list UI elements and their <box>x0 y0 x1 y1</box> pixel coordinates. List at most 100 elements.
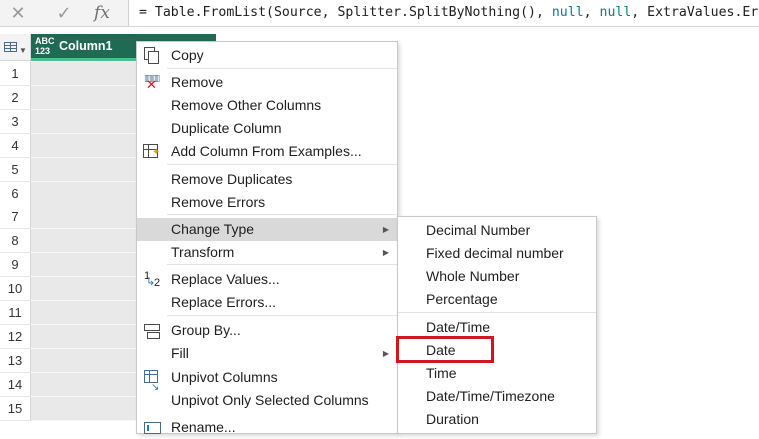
row-number[interactable]: 14 <box>0 373 31 397</box>
type-option-fixed-decimal-number[interactable]: Fixed decimal number <box>398 242 596 265</box>
menu-item-label: Group By... <box>171 322 241 338</box>
menu-item-replace-values[interactable]: 1 ↳ 2 Replace Values... <box>137 268 397 291</box>
table-cell[interactable] <box>31 62 136 86</box>
copy-icon <box>142 47 160 64</box>
menu-item-rename[interactable]: Rename... <box>137 416 397 439</box>
row-number[interactable]: 13 <box>0 349 31 373</box>
formula-keyword: null <box>599 5 632 20</box>
row-number[interactable]: 15 <box>0 397 31 421</box>
chevron-right-icon: ▶ <box>382 248 389 257</box>
table-cell[interactable] <box>31 373 136 397</box>
menu-item-label: Replace Errors... <box>171 294 277 310</box>
column-name: Column1 <box>59 39 113 53</box>
table-cell[interactable] <box>31 182 136 206</box>
menu-item-copy[interactable]: Copy <box>137 44 397 67</box>
type-option-label: Fixed decimal number <box>426 245 564 261</box>
menu-item-remove-duplicates[interactable]: Remove Duplicates <box>137 168 397 191</box>
menu-item-label: Transform <box>171 244 235 260</box>
type-badge-bottom: 123 <box>35 46 51 56</box>
type-option-duration[interactable]: Duration <box>398 408 596 431</box>
formula-text: , <box>583 5 600 20</box>
type-option-label: Time <box>426 365 457 381</box>
row-number[interactable]: 1 <box>0 62 31 86</box>
row-number[interactable]: 12 <box>0 325 31 349</box>
menu-item-replace-errors[interactable]: Replace Errors... <box>137 291 397 314</box>
type-option-label: Duration <box>426 411 479 427</box>
menu-item-fill[interactable]: Fill ▶ <box>137 342 397 365</box>
menu-item-label: Rename... <box>171 419 236 435</box>
chevron-right-icon: ▶ <box>382 349 389 358</box>
menu-item-label: Fill <box>171 345 189 361</box>
menu-item-unpivot-columns[interactable]: ↘ Unpivot Columns <box>137 366 397 393</box>
highlight-box <box>396 336 494 363</box>
table-icon <box>4 42 17 52</box>
table-cell[interactable] <box>31 134 136 158</box>
formula-input[interactable]: = Table.FromList(Source, Splitter.SplitB… <box>128 0 759 26</box>
table-cell[interactable] <box>31 253 136 277</box>
type-option-percentage[interactable]: Percentage <box>398 288 596 311</box>
menu-separator <box>167 164 397 165</box>
table-cell[interactable] <box>31 205 136 229</box>
formula-text: , ExtraValues.Error) <box>631 5 759 20</box>
type-option-whole-number[interactable]: Whole Number <box>398 265 596 288</box>
context-menu: Copy ▥▥ ✕ Remove Remove Other Columns Duplica… <box>136 41 398 435</box>
menu-separator <box>167 264 397 265</box>
table-menu-button[interactable]: ▼ <box>0 34 31 61</box>
type-option-date-time-timezone[interactable]: Date/Time/Timezone <box>398 385 596 408</box>
table-cell[interactable] <box>31 325 136 349</box>
row-number[interactable]: 3 <box>0 110 31 134</box>
row-number[interactable]: 7 <box>0 205 31 229</box>
table-cell[interactable] <box>31 86 136 110</box>
menu-item-add-column-from-examples[interactable]: ✦ Add Column From Examples... <box>137 140 397 163</box>
menu-separator <box>167 315 397 316</box>
row-number[interactable]: 2 <box>0 86 31 110</box>
replace-values-icon: 1 ↳ 2 <box>144 270 161 289</box>
type-option-time[interactable]: Time <box>398 362 596 385</box>
table-cell[interactable] <box>31 349 136 373</box>
row-number[interactable]: 4 <box>0 134 31 158</box>
close-icon[interactable]: ✕ <box>6 0 30 26</box>
table-cell[interactable] <box>31 301 136 325</box>
column-from-examples-icon: ✦ <box>142 143 160 160</box>
menu-separator <box>167 68 397 69</box>
menu-item-label: Duplicate Column <box>171 120 282 136</box>
unpivot-columns-icon: ↘ <box>142 369 160 393</box>
type-option-decimal-number[interactable]: Decimal Number <box>398 219 596 242</box>
menu-item-transform[interactable]: Transform ▶ <box>137 241 397 264</box>
menu-item-remove-errors[interactable]: Remove Errors <box>137 191 397 214</box>
check-icon[interactable]: ✓ <box>52 0 76 26</box>
table-cell[interactable] <box>31 397 136 421</box>
menu-item-label: Replace Values... <box>171 271 280 287</box>
row-number[interactable]: 6 <box>0 182 31 206</box>
menu-item-unpivot-only-selected-columns[interactable]: Unpivot Only Selected Columns <box>137 389 397 412</box>
rename-icon <box>142 419 161 436</box>
menu-item-remove-other-columns[interactable]: Remove Other Columns <box>137 94 397 117</box>
formula-text: = Table.FromList(Source, Splitter.SplitB… <box>139 5 552 20</box>
table-cell[interactable] <box>31 229 136 253</box>
row-number[interactable]: 8 <box>0 229 31 253</box>
fx-icon[interactable]: fx <box>90 0 114 26</box>
group-by-icon <box>142 322 160 339</box>
type-option-label: Decimal Number <box>426 222 531 238</box>
formula-bar: ✕ ✓ fx = Table.FromList(Source, Splitter… <box>0 0 759 27</box>
table-cell[interactable] <box>31 158 136 182</box>
table-cell[interactable] <box>31 277 136 301</box>
table-cell[interactable] <box>31 110 136 134</box>
menu-item-label: Copy <box>171 47 204 63</box>
type-option-label: Whole Number <box>426 268 520 284</box>
menu-item-group-by[interactable]: Group By... <box>137 319 397 342</box>
menu-item-change-type[interactable]: Change Type ▶ <box>137 218 397 241</box>
row-number[interactable]: 10 <box>0 277 31 301</box>
data-type-icon[interactable]: ABC 123 <box>35 36 55 56</box>
menu-item-label: Unpivot Only Selected Columns <box>171 392 369 408</box>
menu-item-duplicate-column[interactable]: Duplicate Column <box>137 117 397 140</box>
menu-separator <box>167 214 397 215</box>
row-number[interactable]: 5 <box>0 158 31 182</box>
menu-separator <box>398 312 596 313</box>
menu-item-label: Change Type <box>171 221 255 237</box>
type-option-label: Percentage <box>426 291 498 307</box>
row-number[interactable]: 11 <box>0 301 31 325</box>
chevron-down-icon: ▼ <box>19 46 27 55</box>
row-number[interactable]: 9 <box>0 253 31 277</box>
menu-item-remove[interactable]: ▥▥ ✕ Remove <box>137 71 397 94</box>
